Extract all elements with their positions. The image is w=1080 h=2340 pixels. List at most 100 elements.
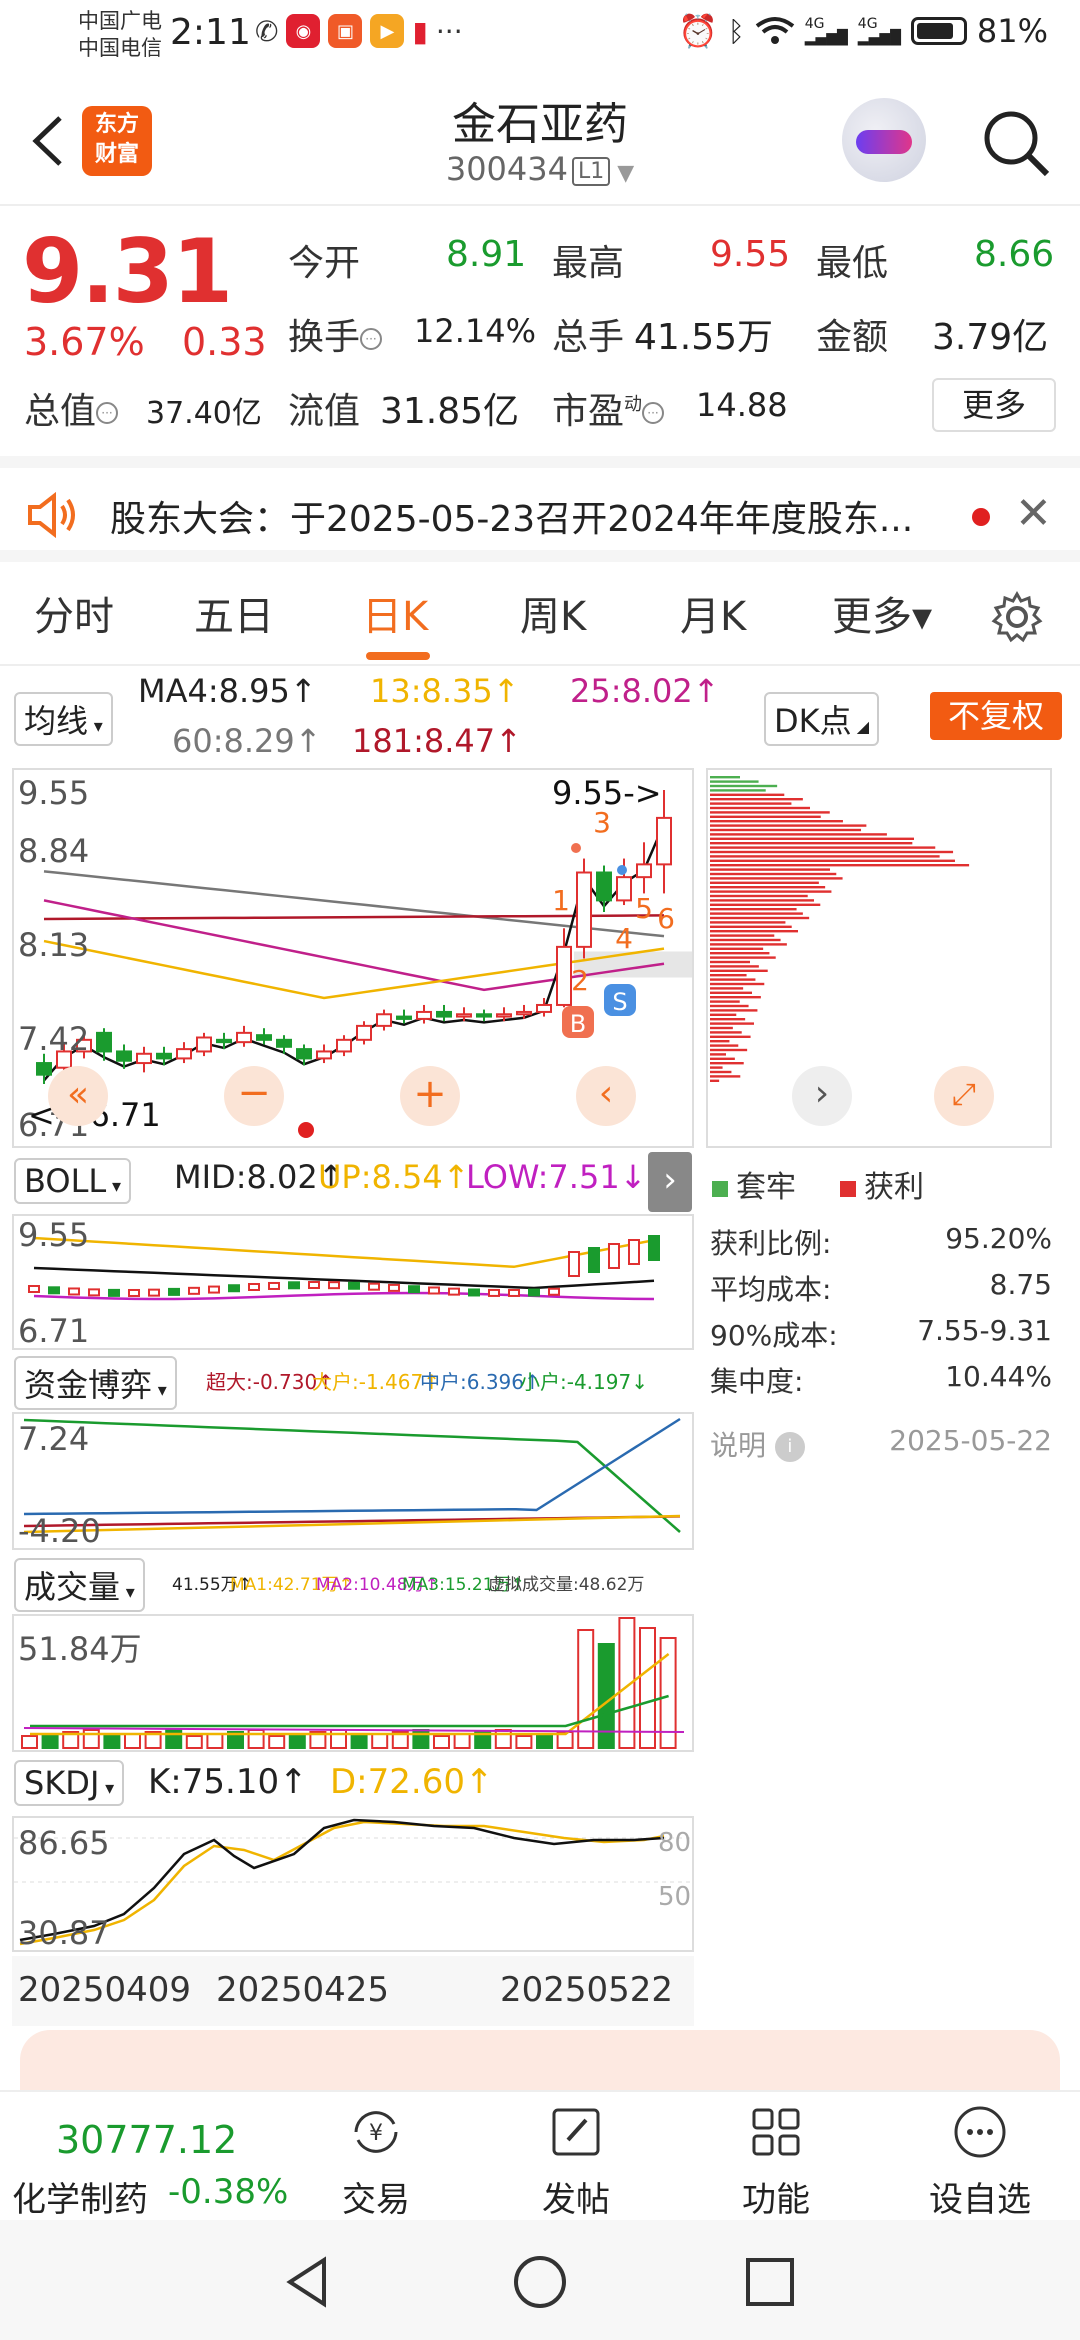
nav-add-watchlist[interactable]: 设自选 bbox=[910, 2102, 1050, 2221]
chip-bar bbox=[710, 943, 787, 946]
fund-flow-chart[interactable]: 7.24 -4.20 bbox=[12, 1412, 694, 1550]
carrier-info: 中国广电 中国电信 bbox=[78, 8, 162, 62]
info-icon[interactable]: ··· bbox=[96, 402, 119, 424]
tab-monthly-k[interactable]: 月K bbox=[680, 584, 746, 642]
boll-chart[interactable]: 9.55 6.71 bbox=[12, 1214, 694, 1350]
chip-note-row[interactable]: 说明 i 2025-05-22 bbox=[710, 1424, 1052, 1464]
speaker-icon bbox=[28, 492, 75, 538]
fund-flow-selector[interactable]: 资金博弈 ▾ bbox=[14, 1356, 177, 1410]
period-tabs: 分时 五日 日K 周K 月K 更多▾ bbox=[0, 562, 1080, 666]
candle-body bbox=[396, 1015, 412, 1020]
nav-functions[interactable]: 功能 bbox=[706, 2102, 846, 2221]
candle-body bbox=[516, 1010, 532, 1016]
notice-bar[interactable]: 股东大会：于2025-05-23召开2024年年度股东... ✕ bbox=[0, 456, 1080, 562]
candle-body bbox=[156, 1052, 172, 1060]
volume-chart[interactable]: 51.84万 bbox=[12, 1614, 694, 1752]
boll-low: LOW:7.51↓ bbox=[466, 1158, 647, 1196]
dk-point-selector[interactable]: DK点 ◢ bbox=[764, 692, 880, 746]
nav-trade[interactable]: ¥ 交易 bbox=[306, 2102, 446, 2221]
close-icon[interactable]: ✕ bbox=[1015, 488, 1052, 539]
boll-candle bbox=[488, 1288, 500, 1297]
chip-bar bbox=[710, 1022, 754, 1025]
low-value: 8.66 bbox=[974, 234, 1055, 275]
chip-bar bbox=[710, 1004, 749, 1008]
high-label: 最高 bbox=[552, 243, 625, 284]
candle-body bbox=[636, 863, 652, 879]
tab-intraday[interactable]: 分时 bbox=[34, 584, 114, 642]
candle-body bbox=[376, 1013, 392, 1027]
gear-icon[interactable] bbox=[990, 590, 1044, 644]
chip-distribution-chart[interactable]: › ⤢ bbox=[706, 768, 1052, 1148]
candle-body bbox=[136, 1052, 152, 1065]
chip-bar bbox=[710, 842, 913, 845]
volume-bar bbox=[247, 1729, 265, 1749]
chip-bar bbox=[710, 824, 867, 827]
tab-five-day[interactable]: 五日 bbox=[194, 584, 274, 642]
candle-body bbox=[296, 1048, 312, 1060]
candle-body bbox=[276, 1038, 292, 1048]
zoom-out-button[interactable]: − bbox=[224, 1066, 284, 1126]
home-nav-icon[interactable] bbox=[512, 2254, 568, 2310]
volume-bar bbox=[288, 1733, 306, 1749]
chip-bar bbox=[710, 1048, 748, 1052]
boll-candle bbox=[188, 1286, 200, 1295]
chip-bar bbox=[710, 1040, 730, 1043]
chip-bar bbox=[710, 934, 775, 937]
volume-selector[interactable]: 成交量 ▾ bbox=[14, 1558, 145, 1612]
volume-bar bbox=[577, 1629, 595, 1749]
tab-more[interactable]: 更多▾ bbox=[832, 584, 932, 642]
turnover-value: 12.14% bbox=[414, 312, 537, 350]
candle-body bbox=[176, 1048, 192, 1060]
adjust-mode-button[interactable]: 不复权 bbox=[930, 692, 1062, 740]
boll-candle bbox=[428, 1286, 440, 1295]
prev-button[interactable]: ‹ bbox=[576, 1066, 636, 1126]
boll-candle bbox=[408, 1285, 420, 1294]
back-nav-icon[interactable] bbox=[280, 2254, 336, 2310]
sector-pct: -0.38% bbox=[168, 2172, 289, 2212]
boll-candle bbox=[328, 1281, 340, 1290]
wifi-icon bbox=[755, 17, 794, 44]
chip-bar bbox=[710, 877, 843, 880]
ai-assistant-avatar[interactable] bbox=[842, 98, 926, 182]
ma-selector[interactable]: 均线 ▾ bbox=[14, 692, 113, 746]
chip-bar bbox=[710, 969, 768, 972]
signal-1-icon: 4G ▂▄▆█ bbox=[804, 16, 848, 46]
status-time: 2:11 bbox=[170, 12, 251, 53]
chip-bar bbox=[710, 978, 756, 981]
expand-icon[interactable]: ⤢ bbox=[934, 1066, 994, 1126]
panel-toggle-button[interactable]: › bbox=[648, 1152, 692, 1212]
chip-bar bbox=[710, 872, 837, 876]
tab-daily-k[interactable]: 日K bbox=[362, 584, 428, 642]
info-icon[interactable]: ··· bbox=[360, 328, 383, 350]
chip-bar bbox=[710, 828, 862, 832]
boll-candle bbox=[268, 1281, 280, 1290]
tab-weekly-k[interactable]: 周K bbox=[520, 584, 586, 642]
nav-post[interactable]: 发帖 bbox=[506, 2102, 646, 2221]
chip-bar bbox=[710, 1000, 740, 1003]
chip-bar bbox=[710, 802, 792, 805]
chip-bar bbox=[710, 837, 914, 840]
ma60-value: 60:8.29↑ bbox=[172, 722, 322, 760]
chip-bar bbox=[710, 982, 765, 986]
fast-back-button[interactable]: « bbox=[48, 1066, 108, 1126]
signal-marker: 6 bbox=[657, 902, 675, 935]
info-icon[interactable]: i bbox=[774, 1432, 805, 1462]
next-button[interactable]: › bbox=[792, 1066, 852, 1126]
mcap-label: 总值 ··· bbox=[24, 382, 119, 434]
promo-banner[interactable] bbox=[20, 2030, 1060, 2090]
skdj-selector[interactable]: SKDJ ▾ bbox=[14, 1760, 125, 1806]
skdj-chart[interactable]: 86.65 30.87 80 50 bbox=[12, 1816, 694, 1952]
boll-selector[interactable]: BOLL ▾ bbox=[14, 1158, 131, 1204]
search-icon[interactable] bbox=[975, 102, 1055, 182]
carrier-1: 中国广电 bbox=[78, 9, 162, 33]
chip-bar bbox=[710, 815, 821, 818]
chip-bar bbox=[710, 947, 764, 950]
volume-bar bbox=[494, 1729, 512, 1749]
info-icon[interactable]: ··· bbox=[642, 402, 665, 424]
kline-chart[interactable]: 123456BS 9.55 8.84 8.13 7.42 6.71 9.55->… bbox=[12, 768, 694, 1148]
more-button[interactable]: 更多 bbox=[932, 378, 1056, 432]
recents-nav-icon[interactable] bbox=[742, 2254, 798, 2310]
nav-post-label: 发帖 bbox=[542, 2180, 610, 2220]
zoom-in-button[interactable]: + bbox=[400, 1066, 460, 1126]
virtual-volume: 虚拟成交量:48.62万 bbox=[488, 1575, 645, 1595]
